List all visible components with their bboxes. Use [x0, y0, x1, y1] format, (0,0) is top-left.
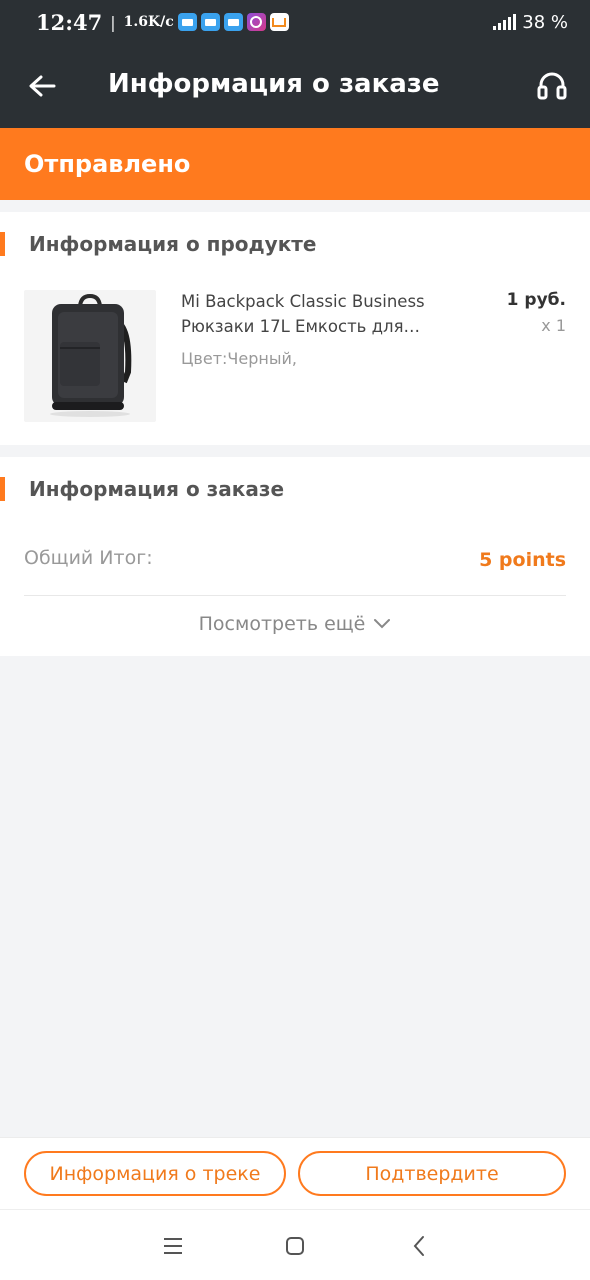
notification-icons	[177, 13, 289, 31]
battery-level: 38 %	[522, 11, 568, 33]
headset-icon	[537, 72, 567, 100]
status-separator: |	[110, 12, 116, 32]
mail-icon	[223, 13, 243, 31]
divider	[24, 595, 566, 596]
product-color: Цвет:Черный,	[181, 349, 297, 368]
order-status: Отправлено	[24, 150, 191, 178]
order-status-banner: Отправлено	[0, 128, 590, 200]
support-button[interactable]	[530, 64, 574, 108]
home-button[interactable]	[281, 1232, 309, 1260]
total-label: Общий Итог:	[24, 547, 153, 569]
total-value: 5 points	[479, 549, 566, 571]
product-info-card: Информация о продукте Mi Backpack Classi…	[0, 212, 590, 445]
network-speed: 1.6K/с	[123, 14, 174, 30]
chevron-down-icon	[374, 619, 391, 629]
product-image[interactable]	[24, 290, 156, 422]
back-button[interactable]	[22, 66, 62, 106]
show-more-label: Посмотреть ещё	[198, 613, 366, 635]
order-info-card: Информация о заказе Общий Итог: 5 points…	[0, 457, 590, 656]
chevron-left-icon	[413, 1236, 424, 1256]
product-section-title: Информация о продукте	[29, 232, 317, 256]
signal-icon	[493, 14, 517, 30]
product-price: 1 руб.	[506, 290, 566, 310]
square-icon	[286, 1237, 304, 1255]
mail-icon	[177, 13, 197, 31]
status-time: 12:47	[36, 9, 103, 35]
status-bar: 12:47 | 1.6K/с 38 %	[0, 0, 590, 44]
instagram-icon	[246, 13, 266, 31]
recent-apps-button[interactable]	[159, 1232, 187, 1260]
product-quantity: x 1	[541, 316, 566, 335]
menu-icon	[164, 1238, 182, 1254]
backpack-image	[50, 293, 132, 417]
section-accent-bar	[0, 232, 5, 256]
status-right: 38 %	[493, 12, 568, 33]
system-nav-bar	[0, 1209, 590, 1280]
mail-icon	[200, 13, 220, 31]
bottom-action-bar: Информация о треке Подтвердите	[0, 1137, 590, 1209]
system-back-button[interactable]	[405, 1232, 433, 1260]
track-info-button[interactable]: Информация о треке	[24, 1151, 286, 1196]
page-title: Информация о заказе	[108, 69, 440, 99]
arrow-left-icon	[29, 75, 56, 97]
section-header: Информация о заказе	[0, 477, 284, 501]
shop-cart-icon	[269, 13, 289, 31]
app-header: Информация о заказе	[0, 44, 590, 128]
section-header: Информация о продукте	[0, 232, 316, 256]
order-section-title: Информация о заказе	[29, 477, 285, 501]
section-accent-bar	[0, 477, 5, 501]
product-name[interactable]: Mi Backpack Classic Business Рюкзаки 17L…	[181, 289, 481, 339]
confirm-button[interactable]: Подтвердите	[298, 1151, 566, 1196]
show-more-link[interactable]: Посмотреть ещё	[0, 613, 590, 635]
